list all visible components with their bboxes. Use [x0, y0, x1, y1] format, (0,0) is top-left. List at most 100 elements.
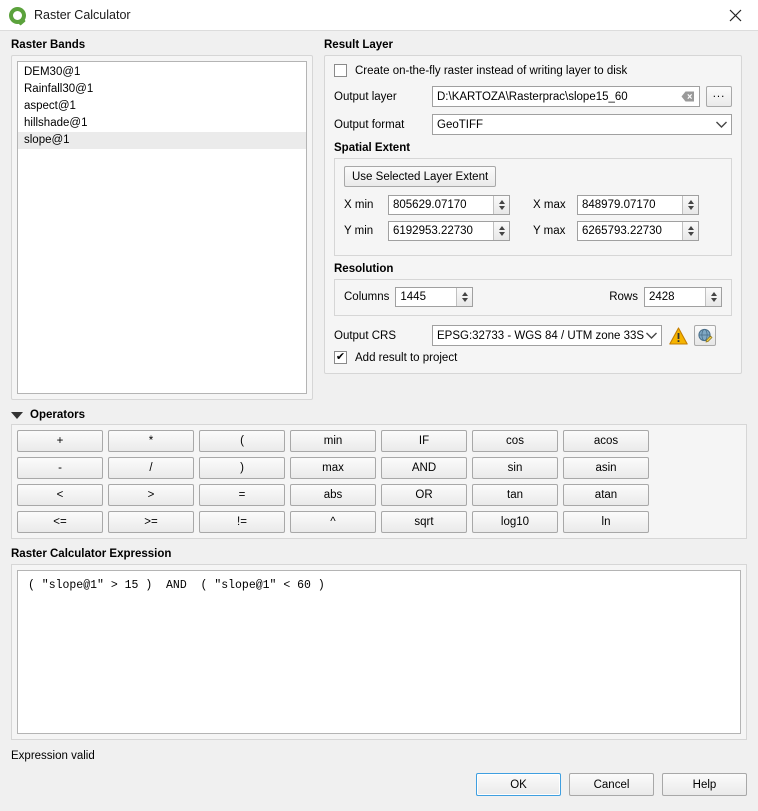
- window-title: Raster Calculator: [34, 8, 131, 22]
- y-max-stepper[interactable]: [682, 222, 698, 240]
- rows-stepper[interactable]: [705, 288, 721, 306]
- operator-button[interactable]: OR: [381, 484, 467, 506]
- operator-button[interactable]: >=: [108, 511, 194, 533]
- list-item[interactable]: DEM30@1: [18, 64, 306, 81]
- x-max-row: X max 848979.07170: [533, 195, 722, 215]
- add-result-to-project-checkbox[interactable]: Add result to project: [334, 351, 732, 364]
- operator-button[interactable]: sin: [472, 457, 558, 479]
- globe-crs-icon[interactable]: [694, 325, 716, 346]
- operator-button[interactable]: IF: [381, 430, 467, 452]
- operator-button[interactable]: ): [199, 457, 285, 479]
- operator-button[interactable]: max: [290, 457, 376, 479]
- y-min-input[interactable]: 6192953.22730: [388, 221, 510, 241]
- operator-button[interactable]: min: [290, 430, 376, 452]
- list-item[interactable]: Rainfall30@1: [18, 81, 306, 98]
- operator-button[interactable]: tan: [472, 484, 558, 506]
- operators-header[interactable]: Operators: [11, 409, 747, 421]
- x-min-label: X min: [344, 199, 388, 211]
- x-min-stepper[interactable]: [493, 196, 509, 214]
- warning-triangle-icon: [669, 327, 688, 345]
- chevron-down-icon[interactable]: [11, 412, 23, 419]
- x-max-input[interactable]: 848979.07170: [577, 195, 699, 215]
- checkbox-box[interactable]: [334, 351, 347, 364]
- close-icon[interactable]: [712, 0, 758, 31]
- operator-button[interactable]: =: [199, 484, 285, 506]
- raster-bands-frame: DEM30@1 Rainfall30@1 aspect@1 hillshade@…: [11, 55, 313, 400]
- operator-button[interactable]: +: [17, 430, 103, 452]
- y-max-row: Y max 6265793.22730: [533, 221, 722, 241]
- columns-stepper[interactable]: [456, 288, 472, 306]
- operators-title: Operators: [30, 409, 85, 421]
- result-layer-frame: Create on-the-fly raster instead of writ…: [324, 55, 742, 374]
- list-item[interactable]: slope@1: [18, 132, 306, 149]
- operator-button[interactable]: !=: [199, 511, 285, 533]
- operator-button[interactable]: atan: [563, 484, 649, 506]
- x-max-value: 848979.07170: [582, 199, 682, 211]
- use-selected-layer-extent-button[interactable]: Use Selected Layer Extent: [344, 166, 496, 187]
- operator-button[interactable]: acos: [563, 430, 649, 452]
- operator-button[interactable]: ^: [290, 511, 376, 533]
- y-min-row: Y min 6192953.22730: [344, 221, 533, 241]
- output-format-value: GeoTIFF: [437, 119, 483, 131]
- output-layer-value: D:\KARTOZA\Rasterprac\slope15_60: [437, 91, 628, 103]
- operators-grid: + * ( min IF cos acos - / ) max AND sin …: [17, 430, 741, 533]
- operator-button[interactable]: <=: [17, 511, 103, 533]
- output-layer-label: Output layer: [334, 91, 432, 103]
- browse-output-button[interactable]: ...: [706, 86, 732, 107]
- x-min-row: X min 805629.07170: [344, 195, 533, 215]
- raster-bands-panel: Raster Bands DEM30@1 Rainfall30@1 aspect…: [11, 31, 313, 400]
- operator-button[interactable]: abs: [290, 484, 376, 506]
- status-message: Expression valid: [11, 750, 747, 762]
- list-item[interactable]: aspect@1: [18, 98, 306, 115]
- qgis-logo-icon: [9, 7, 26, 24]
- on-the-fly-raster-label: Create on-the-fly raster instead of writ…: [355, 65, 627, 77]
- y-max-input[interactable]: 6265793.22730: [577, 221, 699, 241]
- output-format-select[interactable]: GeoTIFF: [432, 114, 732, 135]
- y-min-value: 6192953.22730: [393, 225, 493, 237]
- result-layer-panel: Result Layer Create on-the-fly raster in…: [324, 31, 742, 374]
- output-format-label: Output format: [334, 119, 432, 131]
- operator-button[interactable]: -: [17, 457, 103, 479]
- dialog-body: Raster Bands DEM30@1 Rainfall30@1 aspect…: [0, 31, 758, 796]
- columns-value: 1445: [400, 291, 456, 303]
- title-bar: Raster Calculator: [0, 0, 758, 31]
- chevron-down-icon: [716, 119, 727, 131]
- output-crs-row: Output CRS EPSG:32733 - WGS 84 / UTM zon…: [334, 325, 732, 346]
- result-layer-title: Result Layer: [324, 39, 742, 51]
- help-button[interactable]: Help: [662, 773, 747, 796]
- on-the-fly-raster-checkbox[interactable]: Create on-the-fly raster instead of writ…: [334, 64, 732, 77]
- spatial-extent-group: Use Selected Layer Extent X min 805629.0…: [334, 158, 732, 256]
- operator-button[interactable]: asin: [563, 457, 649, 479]
- y-min-stepper[interactable]: [493, 222, 509, 240]
- operator-button[interactable]: (: [199, 430, 285, 452]
- chevron-down-icon: [646, 330, 657, 342]
- operator-button[interactable]: <: [17, 484, 103, 506]
- cancel-button[interactable]: Cancel: [569, 773, 654, 796]
- x-max-stepper[interactable]: [682, 196, 698, 214]
- operator-button[interactable]: log10: [472, 511, 558, 533]
- ok-button[interactable]: OK: [476, 773, 561, 796]
- operator-button[interactable]: AND: [381, 457, 467, 479]
- rows-input[interactable]: 2428: [644, 287, 722, 307]
- checkbox-box[interactable]: [334, 64, 347, 77]
- list-item[interactable]: hillshade@1: [18, 115, 306, 132]
- columns-input[interactable]: 1445: [395, 287, 473, 307]
- output-crs-select[interactable]: EPSG:32733 - WGS 84 / UTM zone 33S: [432, 325, 662, 346]
- x-min-input[interactable]: 805629.07170: [388, 195, 510, 215]
- y-max-label: Y max: [533, 225, 577, 237]
- dialog-buttons: OK Cancel Help: [11, 773, 747, 796]
- clear-icon[interactable]: [680, 90, 695, 103]
- operator-button[interactable]: cos: [472, 430, 558, 452]
- output-layer-input[interactable]: D:\KARTOZA\Rasterprac\slope15_60: [432, 86, 700, 107]
- operator-button[interactable]: >: [108, 484, 194, 506]
- extent-coordinates: X min 805629.07170 Y min 6192953.22730: [344, 195, 722, 247]
- operator-button[interactable]: sqrt: [381, 511, 467, 533]
- expression-frame: ( "slope@1" > 15 ) AND ( "slope@1" < 60 …: [11, 564, 747, 740]
- operator-button[interactable]: *: [108, 430, 194, 452]
- operator-button[interactable]: ln: [563, 511, 649, 533]
- expression-input[interactable]: ( "slope@1" > 15 ) AND ( "slope@1" < 60 …: [17, 570, 741, 734]
- rows-label: Rows: [609, 291, 638, 303]
- raster-bands-list[interactable]: DEM30@1 Rainfall30@1 aspect@1 hillshade@…: [17, 61, 307, 394]
- operator-button[interactable]: /: [108, 457, 194, 479]
- x-max-label: X max: [533, 199, 577, 211]
